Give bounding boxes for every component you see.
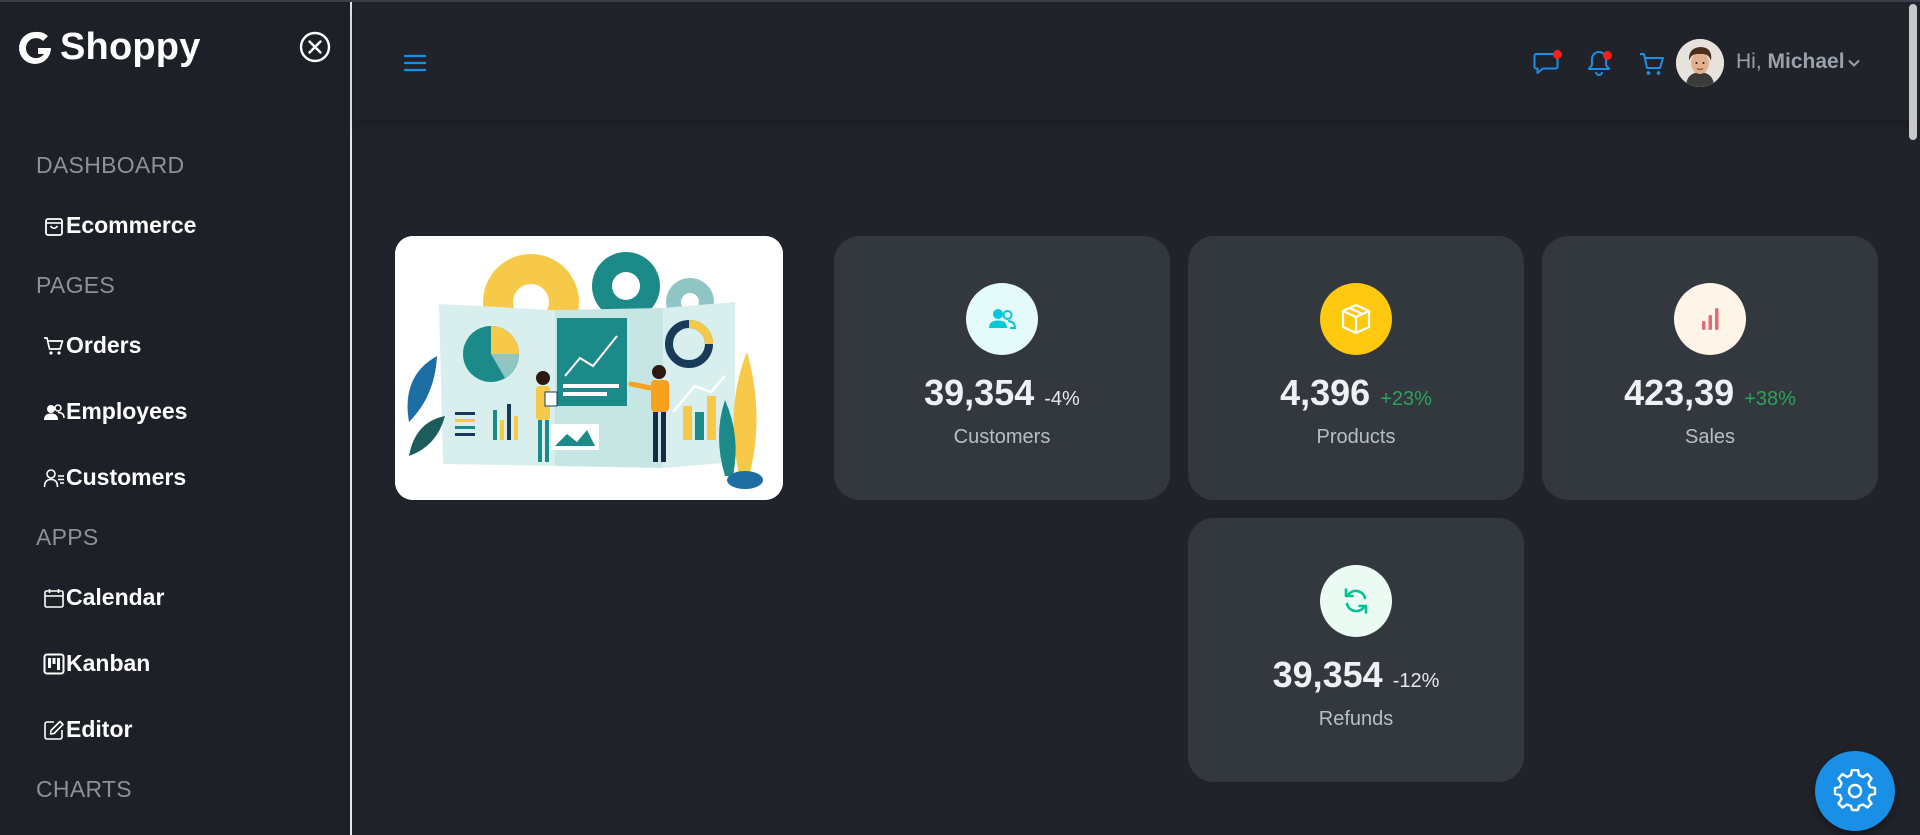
brand-name: Shoppy: [60, 26, 201, 68]
stat-value: 39,354: [1272, 654, 1383, 695]
sidebar-item-label: Employees: [66, 398, 188, 424]
stat-value: 39,354: [924, 372, 1035, 413]
analytics-illustration-image: [395, 236, 783, 500]
cart-icon: [42, 334, 66, 358]
sidebar-item-label: Calendar: [66, 584, 165, 610]
user-name: Michael: [1767, 50, 1845, 73]
stat-card-refunds: 39,354 -12% Refunds: [1188, 518, 1524, 782]
sidebar-item-ecommerce[interactable]: Ecommerce: [42, 212, 196, 239]
sidebar-item-kanban[interactable]: Kanban: [42, 650, 150, 677]
bell-notification-dot: [1603, 51, 1612, 60]
close-sidebar-icon[interactable]: [298, 30, 332, 64]
theme-settings-button[interactable]: [1815, 751, 1895, 831]
stat-value: 423,39: [1624, 372, 1735, 413]
stat-value-row: 39,354 -4%: [834, 372, 1170, 414]
refresh-icon: [1344, 588, 1368, 614]
editor-icon: [42, 718, 66, 742]
stat-card-sales: 423,39 +38% Sales: [1542, 236, 1878, 500]
chat-notification-dot: [1553, 50, 1562, 59]
products-icon-button[interactable]: [1320, 283, 1392, 355]
sidebar-item-label: Customers: [66, 464, 187, 490]
sidebar-item-label: Editor: [66, 716, 133, 742]
sidebar-item-label: Ecommerce: [66, 212, 197, 238]
dashboard-illustration: [395, 236, 783, 500]
kanban-icon: [42, 652, 66, 676]
gear-icon: [1833, 769, 1877, 812]
stat-label: Refunds: [1318, 708, 1394, 730]
menu-icon[interactable]: [402, 50, 428, 76]
sidebar-item-editor[interactable]: Editor: [42, 716, 132, 743]
employees-icon: [42, 400, 66, 424]
stat-card-customers: 39,354 -4% Customers: [834, 236, 1170, 500]
stat-label: Customers: [953, 426, 1051, 448]
avatar-image: [1676, 39, 1724, 87]
stat-label: Sales: [1684, 426, 1736, 448]
stat-change: +38%: [1744, 388, 1796, 410]
stat-change: -12%: [1392, 670, 1440, 692]
stat-label: Products: [1316, 426, 1396, 448]
sidebar-item-label: Kanban: [66, 650, 151, 676]
customers-icon: [989, 309, 1017, 329]
cart-button[interactable]: [1637, 48, 1667, 78]
refunds-icon-button[interactable]: [1320, 565, 1392, 637]
top-navbar: Hi, Michael: [354, 2, 1920, 120]
page-scrollbar[interactable]: [1909, 4, 1917, 140]
chat-button[interactable]: [1532, 48, 1562, 78]
stat-change: -4%: [1044, 388, 1080, 410]
brand-logo[interactable]: Shoppy: [16, 26, 201, 69]
shopping-bag-icon: [42, 214, 66, 238]
sidebar-item-orders[interactable]: Orders: [42, 332, 141, 359]
customers-icon: [42, 466, 66, 490]
bar-chart-icon: [1702, 308, 1719, 330]
calendar-icon: [42, 586, 66, 610]
notification-button[interactable]: [1584, 48, 1614, 78]
sidebar: Shoppy DASHBOARD Ecommerce PAGES Orders …: [0, 2, 352, 835]
stat-value-row: 4,396 +23%: [1188, 372, 1524, 414]
stat-value: 4,396: [1280, 372, 1371, 413]
stat-card-products: 4,396 +23% Products: [1188, 236, 1524, 500]
user-avatar[interactable]: [1676, 39, 1724, 87]
stat-change: +23%: [1380, 388, 1432, 410]
box-icon: [1341, 303, 1371, 335]
section-apps: APPS: [36, 524, 99, 550]
sidebar-item-customers[interactable]: Customers: [42, 464, 186, 491]
sidebar-item-label: Orders: [66, 332, 142, 358]
user-greeting[interactable]: Hi, Michael: [1736, 50, 1845, 74]
customers-icon-button[interactable]: [966, 283, 1038, 355]
section-charts: CHARTS: [36, 776, 132, 802]
shoppy-logo-icon: [19, 31, 51, 64]
cart-icon: [1640, 53, 1664, 75]
sidebar-item-employees[interactable]: Employees: [42, 398, 187, 425]
chevron-down-icon[interactable]: [1847, 56, 1861, 70]
sales-icon-button[interactable]: [1674, 283, 1746, 355]
sidebar-item-calendar[interactable]: Calendar: [42, 584, 164, 611]
stat-value-row: 39,354 -12%: [1188, 654, 1524, 696]
greeting-text: Hi,: [1736, 50, 1762, 73]
section-dashboard: DASHBOARD: [36, 152, 185, 178]
stat-value-row: 423,39 +38%: [1542, 372, 1878, 414]
section-pages: PAGES: [36, 272, 116, 298]
